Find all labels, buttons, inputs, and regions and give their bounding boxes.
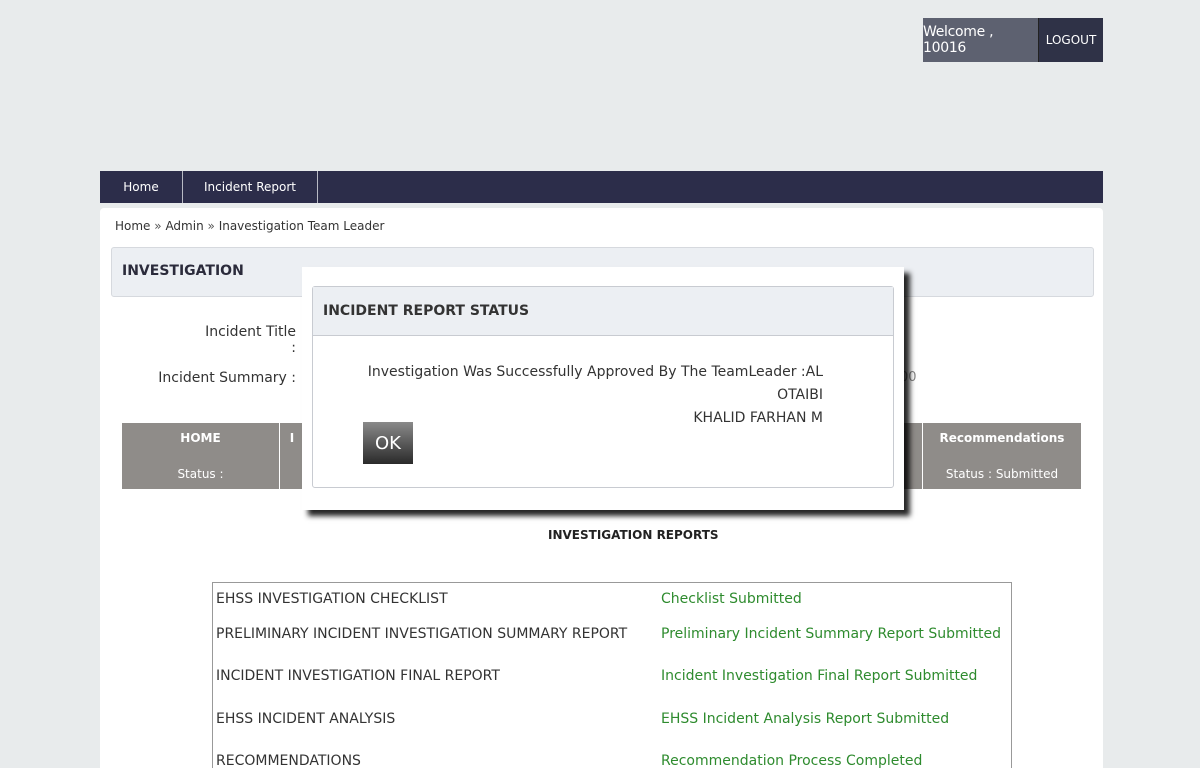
report-name[interactable]: EHSS INCIDENT ANALYSIS xyxy=(216,711,395,727)
panel-title: INVESTIGATION xyxy=(122,263,244,279)
status-step-recommendations[interactable]: Recommendations Status : Submitted xyxy=(922,423,1081,489)
report-name[interactable]: EHSS INVESTIGATION CHECKLIST xyxy=(216,591,448,607)
breadcrumb-current: Inavestigation Team Leader xyxy=(218,219,385,233)
status-step-home[interactable]: HOME Status : xyxy=(122,423,280,489)
incident-title-label: Incident Title : xyxy=(205,324,296,356)
breadcrumb: Home » Admin » Inavestigation Team Leade… xyxy=(115,219,384,233)
welcome-text: Welcome , 10016 xyxy=(923,18,1038,62)
nav-item-incident-report[interactable]: Incident Report xyxy=(183,171,318,203)
ok-button[interactable]: OK xyxy=(363,422,413,464)
report-name[interactable]: RECOMMENDATIONS xyxy=(216,753,361,768)
report-status: Preliminary Incident Summary Report Subm… xyxy=(661,626,1002,642)
status-step-partial[interactable]: I xyxy=(282,423,302,489)
user-box: Welcome , 10016 LOGOUT xyxy=(923,18,1103,62)
breadcrumb-separator: » xyxy=(154,219,162,233)
report-status: Incident Investigation Final Report Subm… xyxy=(661,668,978,684)
dialog-header: INCIDENT REPORT STATUS xyxy=(313,287,893,336)
report-status: Checklist Submitted xyxy=(661,591,802,607)
step-name: I xyxy=(289,431,295,445)
report-status: Recommendation Process Completed xyxy=(661,753,923,768)
dialog-message: Investigation Was Successfully Approved … xyxy=(343,361,823,430)
report-status: EHSS Incident Analysis Report Submitted xyxy=(661,711,950,727)
breadcrumb-home[interactable]: Home xyxy=(115,219,150,233)
main-nav: Home Incident Report xyxy=(100,171,1103,203)
breadcrumb-admin[interactable]: Admin xyxy=(165,219,203,233)
report-name[interactable]: PRELIMINARY INCIDENT INVESTIGATION SUMMA… xyxy=(216,626,627,642)
reports-table: EHSS INVESTIGATION CHECKLIST Checklist S… xyxy=(212,582,1012,768)
step-status: Status : xyxy=(177,467,224,481)
step-status: Status : Submitted xyxy=(945,467,1059,481)
logout-button[interactable]: LOGOUT xyxy=(1038,18,1103,62)
breadcrumb-separator: » xyxy=(207,219,215,233)
step-name: HOME xyxy=(180,431,221,445)
dialog-message-line: KHALID FARHAN M xyxy=(693,410,823,426)
nav-item-home[interactable]: Home xyxy=(100,171,183,203)
step-name: Recommendations xyxy=(939,431,1065,445)
reports-title: INVESTIGATION REPORTS xyxy=(548,528,719,542)
report-name[interactable]: INCIDENT INVESTIGATION FINAL REPORT xyxy=(216,668,500,684)
incident-summary-label: Incident Summary : xyxy=(158,370,296,386)
dialog-message-line: Investigation Was Successfully Approved … xyxy=(367,364,823,403)
incident-status-dialog: INCIDENT REPORT STATUS Investigation Was… xyxy=(312,286,894,488)
dialog-title: INCIDENT REPORT STATUS xyxy=(323,303,530,319)
